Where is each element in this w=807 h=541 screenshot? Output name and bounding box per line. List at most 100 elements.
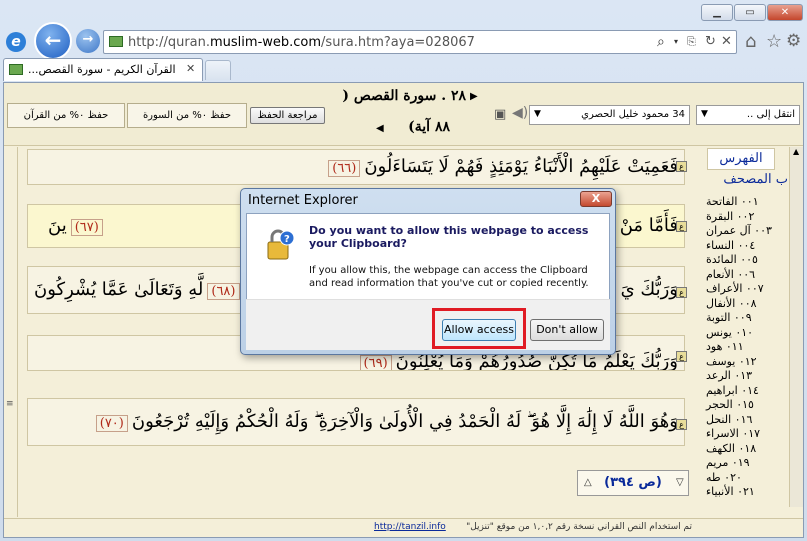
security-warning-icon: ?: [265, 228, 295, 262]
search-icon[interactable]: ⌕: [657, 34, 665, 50]
sura-index-item[interactable]: ٠٠٦ الأنعام: [706, 268, 755, 281]
dialog-close-button[interactable]: X: [580, 191, 612, 207]
sura-index-item[interactable]: ٠٢١ الأنبياء: [706, 485, 755, 498]
sura-index-item[interactable]: ٠١٨ الكهف: [706, 442, 756, 455]
new-tab-button[interactable]: [205, 60, 231, 80]
verse-number: (٧٠): [95, 415, 128, 432]
sura-index-item[interactable]: ٠١٠ يونس: [706, 326, 753, 339]
verse-menu-icon[interactable]: ع: [676, 161, 687, 172]
minimize-button[interactable]: ▁: [701, 4, 733, 21]
clipboard-permission-dialog: Internet Explorer X ? Do you want to all…: [240, 188, 616, 355]
tab-favicon: [9, 64, 23, 75]
dropdown-arrow-icon[interactable]: ▾: [674, 37, 678, 46]
sura-index-item[interactable]: ٠٢٠ طه: [706, 471, 742, 484]
sura-index-item[interactable]: ٠٠٢ البقرة: [706, 210, 754, 223]
sura-index-item[interactable]: ٠١٤ ابراهيم: [706, 384, 759, 397]
verse-text: وَرَبُّكَ يَ: [620, 279, 678, 300]
verse-66: فَعَمِيَتْ عَلَيْهِمُ الْأَنْبَاءُ يَوْم…: [27, 149, 685, 185]
dialog-question: Do you want to allow this webpage to acc…: [309, 224, 589, 250]
verse-text: فَعَمِيَتْ عَلَيْهِمُ الْأَنْبَاءُ يَوْم…: [364, 156, 678, 177]
dialog-info: If you allow this, the webpage can acces…: [309, 265, 589, 289]
tanzil-link[interactable]: http://tanzil.info: [374, 522, 446, 532]
maximize-button[interactable]: ▭: [734, 4, 766, 21]
verse-number: (٦٦): [328, 160, 361, 177]
svg-text:?: ?: [284, 234, 290, 245]
url-text: http://quran.muslim-web.com/sura.htm?aya…: [128, 35, 475, 50]
verse-text: وَهُوَ اللَّهُ لَا إِلَٰهَ إِلَّا هُوَ ۖ…: [131, 411, 678, 432]
sura-index-item[interactable]: ٠٠٤ النساء: [706, 239, 755, 252]
sura-index-item[interactable]: ٠١٢ يوسف: [706, 355, 757, 368]
dialog-title: Internet Explorer: [248, 193, 358, 208]
reciter-select[interactable]: 34 محمود خليل الحصري ▼: [529, 105, 690, 125]
next-sura-icon[interactable]: ▶: [470, 91, 478, 102]
home-icon[interactable]: ⌂: [745, 31, 756, 52]
verse-number: (٦٧): [70, 219, 103, 236]
goto-select[interactable]: انتقل إلى .. ▼: [696, 105, 800, 125]
verse-70: وَهُوَ اللَّهُ لَا إِلَٰهَ إِلَّا هُوَ ۖ…: [27, 398, 685, 446]
mushaf-tab[interactable]: ب المصحف: [704, 172, 788, 187]
collapse-icon[interactable]: △: [584, 471, 592, 495]
verse-menu-icon[interactable]: ع: [676, 419, 687, 430]
quran-toolbar: انتقل إلى .. ▼ 34 محمود خليل الحصري ▼ ▣ ◀)…: [4, 83, 803, 146]
close-window-button[interactable]: ✕: [767, 4, 803, 21]
chevron-down-icon: ▼: [701, 109, 708, 119]
chevron-down-icon: ▼: [534, 109, 541, 119]
sura-index-item[interactable]: ٠٠٥ المائدة: [706, 253, 758, 266]
sura-index-item[interactable]: ٠٠٣ آل عمران: [706, 224, 772, 237]
right-scrollbar[interactable]: ▲: [789, 147, 803, 507]
verse-menu-icon[interactable]: ع: [676, 351, 687, 362]
index-tab[interactable]: الفهرس: [707, 148, 775, 170]
compat-view-icon[interactable]: ⎘: [687, 35, 696, 49]
sura-index-item[interactable]: ٠١١ هود: [706, 340, 744, 353]
settings-icon[interactable]: ⚙: [786, 31, 801, 51]
sura-index-item[interactable]: ٠٠٧ الأعراف: [706, 282, 764, 295]
reciter-select-value: 34 محمود خليل الحصري: [581, 109, 685, 120]
speaker-icon[interactable]: ◀): [512, 105, 528, 121]
browser-window: ▁ ▭ ✕ ← → e http://quran.muslim-web.com/…: [0, 0, 807, 541]
verse-number: (٦٨): [207, 283, 240, 300]
sura-index-item[interactable]: ٠١٧ الاسراء: [706, 427, 760, 440]
highlight-annotation: [432, 308, 526, 349]
stop-icon[interactable]: ✕: [721, 34, 732, 49]
page-number-box[interactable]: △ (ص ٣٩٤) ▽: [577, 470, 689, 496]
sura-index-item[interactable]: ٠١٩ مريم: [706, 456, 750, 469]
memorized-quran-percent: حفظ ٠% من القرآن: [7, 103, 125, 128]
sura-index-item[interactable]: ٠١٣ الرعد: [706, 369, 752, 382]
scroll-grip-icon[interactable]: ≡: [6, 399, 14, 409]
forward-icon[interactable]: →: [76, 29, 100, 53]
tab-quran-sura[interactable]: القرآن الكريم - سورة القصص... ✕: [3, 58, 203, 81]
sura-index-item[interactable]: ٠٠٩ التوبة: [706, 311, 752, 324]
footer-credit: تم استخدام النص القرآني نسخة رقم ١,٠,٢ م…: [466, 522, 692, 532]
expand-icon[interactable]: ▽: [676, 471, 684, 495]
sura-index-item[interactable]: ٠١٥ الحجر: [706, 398, 754, 411]
verse-text-tail: ينَ: [48, 215, 67, 236]
goto-select-value: انتقل إلى ..: [746, 109, 795, 120]
sura-index-item[interactable]: ٠٠١ الفاتحة: [706, 195, 759, 208]
verse-text-tail: لَّهِ وَتَعَالَىٰ عَمَّا يُشْرِكُونَ: [34, 279, 204, 300]
verse-menu-icon[interactable]: ع: [676, 221, 687, 232]
tab-bar: القرآن الكريم - سورة القصص... ✕: [0, 56, 807, 82]
address-bar[interactable]: http://quran.muslim-web.com/sura.htm?aya…: [103, 30, 737, 54]
sura-index-item[interactable]: ٠١٦ النحل: [706, 413, 752, 426]
sura-index-item[interactable]: ٠٠٨ الأنفال: [706, 297, 757, 310]
page-footer: http://tanzil.info تم استخدام النص القرآ…: [4, 518, 803, 537]
sura-title: ٢٨ . سورة القصص (: [342, 88, 466, 104]
aya-count: ٨٨ آية): [408, 119, 450, 135]
prev-sura-icon[interactable]: ◀: [376, 123, 384, 134]
dont-allow-button[interactable]: Don't allow: [530, 319, 604, 341]
review-memorization-button[interactable]: مراجعة الحفظ: [250, 107, 325, 124]
memorized-sura-percent: حفظ ٠% من السورة: [127, 103, 247, 128]
scroll-up-icon[interactable]: ▲: [793, 147, 799, 156]
dialog-button-area: Allow access Don't allow: [246, 299, 610, 350]
favorites-icon[interactable]: ☆: [766, 31, 782, 52]
back-icon[interactable]: ←: [34, 22, 72, 60]
tab-close-icon[interactable]: ✕: [186, 62, 195, 75]
tab-title: القرآن الكريم - سورة القصص...: [28, 63, 176, 76]
verse-menu-icon[interactable]: ع: [676, 287, 687, 298]
verse-number: (٦٩): [359, 355, 392, 370]
ie-logo-icon: e: [6, 32, 26, 52]
save-icon[interactable]: ▣: [494, 107, 506, 122]
page-number: (ص ٣٩٤): [604, 475, 662, 490]
refresh-icon[interactable]: ↻: [705, 34, 716, 49]
left-scrollbar[interactable]: ≡: [4, 147, 18, 517]
